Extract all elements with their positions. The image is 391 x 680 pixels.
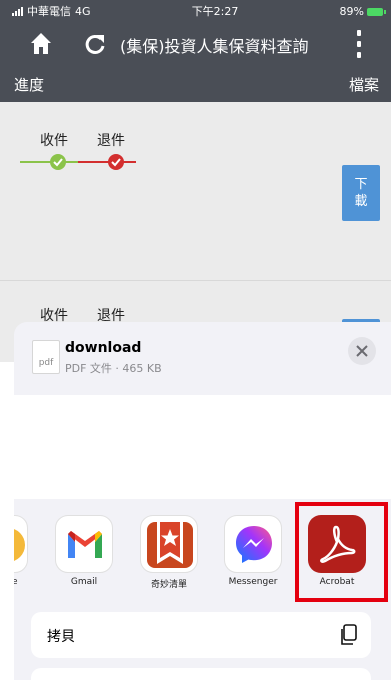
more-menu-icon[interactable] — [354, 30, 364, 58]
copy-icon — [341, 624, 357, 645]
next-action[interactable] — [31, 668, 371, 680]
wunderlist-icon — [140, 515, 198, 573]
app-label: Messenger — [228, 577, 278, 587]
header-file: 檔案 — [348, 76, 379, 94]
app-label-partial: e — [14, 577, 18, 587]
step-returned-label: 退件 — [97, 133, 125, 149]
progress-track-green — [20, 161, 78, 163]
share-sheet: pdf download PDF 文件 · 465 KB e Gmail 奇妙清… — [14, 322, 391, 680]
download-label-2: 載 — [354, 194, 368, 209]
status-time: 下午2:27 — [191, 5, 239, 18]
check-icon — [50, 154, 66, 170]
close-icon — [356, 345, 368, 357]
top-nav-bar: (集保)投資人集保資料查詢 — [0, 22, 391, 66]
carrier-name: 中華電信 — [27, 5, 71, 18]
status-right: 89% — [339, 4, 386, 18]
home-icon[interactable] — [30, 32, 52, 56]
share-app-messenger[interactable]: Messenger — [221, 515, 285, 587]
app-label: Gmail — [70, 577, 98, 587]
copy-action[interactable]: 拷貝 — [31, 612, 371, 658]
copy-label: 拷貝 — [47, 629, 75, 645]
share-app-wunderlist[interactable]: 奇妙清單 — [137, 515, 201, 590]
download-button[interactable]: 下 載 — [342, 165, 380, 221]
preview-area — [14, 395, 391, 499]
row-divider — [0, 280, 391, 281]
share-app-gmail[interactable]: Gmail — [52, 515, 116, 587]
file-meta: PDF 文件 · 465 KB — [65, 362, 162, 375]
pdf-file-icon: pdf — [32, 340, 60, 374]
signal-icon — [12, 6, 23, 16]
file-name: download — [65, 340, 142, 356]
app-label: 奇妙清單 — [150, 580, 187, 590]
progress-track-red — [78, 161, 136, 163]
header-progress: 進度 — [14, 76, 45, 94]
close-button[interactable] — [348, 337, 376, 365]
refresh-icon[interactable] — [84, 33, 106, 55]
status-left: 中華電信 4G — [12, 3, 91, 19]
download-label-1: 下 — [354, 177, 368, 192]
messenger-icon — [224, 515, 282, 573]
page-title: (集保)投資人集保資料查詢 — [120, 37, 309, 56]
table-header: 進度 檔案 — [0, 66, 391, 102]
status-bar: 中華電信 4G 下午2:27 89% — [0, 0, 391, 22]
file-type-label: pdf — [38, 358, 54, 368]
app-icon-partial[interactable] — [14, 515, 28, 573]
network-type: 4G — [75, 4, 91, 18]
highlight-box — [295, 502, 388, 602]
battery-icon — [367, 7, 386, 16]
step-received-label: 收件 — [40, 133, 68, 149]
check-icon — [108, 154, 124, 170]
gmail-icon — [55, 515, 113, 573]
battery-percent: 89% — [339, 4, 364, 18]
